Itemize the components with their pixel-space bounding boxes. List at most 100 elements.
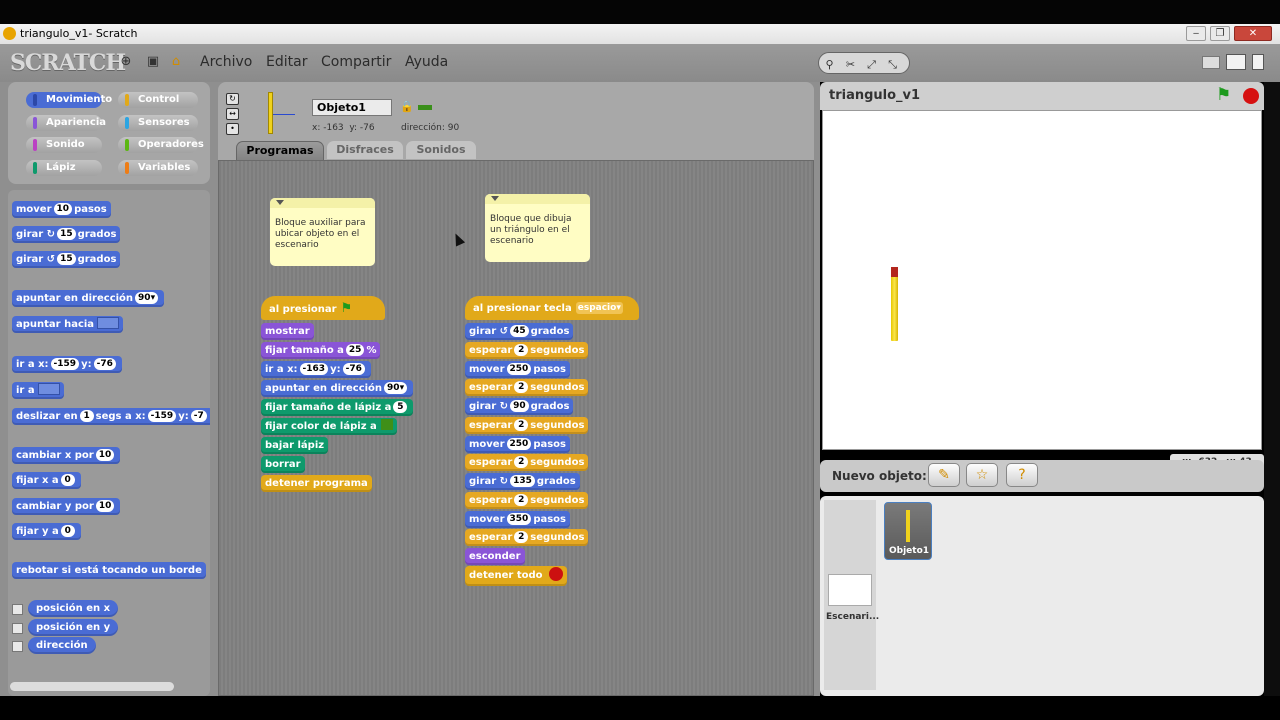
stage[interactable]: [822, 110, 1262, 450]
category-operadores[interactable]: Operadores: [118, 137, 204, 153]
script-block-input[interactable]: 250: [506, 437, 532, 450]
script-point-input[interactable]: 90▾: [384, 382, 408, 394]
palette-turn-ccw-block[interactable]: girar ↺ 15 grados: [12, 251, 121, 268]
no-rotate-icon[interactable]: •: [226, 123, 239, 135]
checkbox-x-position[interactable]: [12, 604, 23, 615]
stop-script-block[interactable]: detener programa: [261, 475, 372, 492]
green-flag-hat-block[interactable]: al presionar ⚑: [261, 296, 385, 320]
turn-cw-input[interactable]: 15: [57, 228, 76, 240]
tab-sonidos[interactable]: Sonidos: [406, 141, 476, 159]
script-block-input[interactable]: 45: [510, 325, 529, 337]
script-block-8[interactable]: girar ↻ 135 grados: [465, 473, 580, 490]
script-block-5[interactable]: esperar 2 segundos: [465, 416, 589, 434]
palette-goto-block[interactable]: ir a: [12, 382, 64, 399]
point-direction-input[interactable]: 90▾: [135, 292, 159, 304]
change-x-input[interactable]: 10: [95, 449, 115, 461]
palette-point-towards-block[interactable]: apuntar hacia: [12, 316, 124, 333]
stop-all-block[interactable]: detener todo: [465, 566, 567, 586]
change-y-input[interactable]: 10: [95, 500, 115, 512]
script-block-input[interactable]: 250: [506, 362, 532, 375]
script-block-1[interactable]: esperar 2 segundos: [465, 341, 589, 359]
set-size-input[interactable]: 25: [345, 344, 365, 356]
paint-sprite-button[interactable]: ✎: [928, 463, 960, 487]
category-sensores[interactable]: Sensores: [118, 115, 198, 131]
normal-stage-icon[interactable]: [1226, 54, 1246, 70]
key-press-hat-block[interactable]: al presionar tecla espacio▾: [465, 296, 639, 320]
turn-ccw-input[interactable]: 15: [57, 253, 76, 265]
checkbox-direction[interactable]: [12, 641, 23, 652]
pen-color-swatch[interactable]: [380, 419, 393, 430]
hide-block[interactable]: esconder: [465, 548, 525, 565]
close-button[interactable]: ✕: [1234, 26, 1272, 41]
lock-icon[interactable]: 🔒: [400, 100, 414, 113]
category-control[interactable]: Control: [118, 92, 198, 108]
pen-down-block[interactable]: bajar lápiz: [261, 437, 329, 454]
script-block-11[interactable]: esperar 2 segundos: [465, 529, 589, 547]
comment-note-2[interactable]: Bloque que dibuja un triángulo en el esc…: [485, 194, 590, 262]
stop-button[interactable]: [1243, 88, 1259, 104]
script-goto-y-input[interactable]: -76: [342, 363, 365, 375]
minimize-button[interactable]: ‒: [1186, 26, 1206, 41]
duplicate-tool-icon[interactable]: ⚲: [819, 55, 840, 75]
shrink-tool-icon[interactable]: ⤡: [882, 55, 903, 75]
script-block-4[interactable]: girar ↻ 90 grados: [465, 398, 574, 415]
category-lapiz[interactable]: Lápiz: [26, 160, 102, 176]
menu-editar[interactable]: Editar: [266, 54, 307, 70]
share-icon[interactable]: ⌂: [168, 54, 184, 70]
script-block-input[interactable]: 90: [510, 400, 529, 412]
goto-xy-block[interactable]: ir a x: -163 y: -76: [261, 361, 371, 378]
script-block-input[interactable]: 2: [514, 456, 529, 469]
palette-point-direction-block[interactable]: apuntar en dirección 90▾: [12, 290, 165, 307]
key-dropdown[interactable]: espacio▾: [575, 302, 623, 314]
menu-compartir[interactable]: Compartir: [321, 54, 391, 70]
move-steps-input[interactable]: 10: [53, 203, 73, 215]
category-apariencia[interactable]: Apariencia: [26, 115, 106, 131]
script-block-6[interactable]: mover 250 pasos: [465, 435, 571, 453]
set-pen-size-block[interactable]: fijar tamaño de lápiz a5: [261, 399, 414, 416]
point-direction-block[interactable]: apuntar en dirección 90▾: [261, 380, 414, 397]
set-pen-color-block[interactable]: fijar color de lápiz a: [261, 418, 397, 435]
script-block-3[interactable]: esperar 2 segundos: [465, 379, 589, 397]
point-towards-dropdown[interactable]: [97, 317, 120, 329]
script-block-input[interactable]: 350: [506, 512, 532, 525]
palette-change-x-block[interactable]: cambiar x por 10: [12, 447, 121, 464]
script-block-0[interactable]: girar ↺ 45 grados: [465, 323, 574, 340]
small-stage-icon[interactable]: [1202, 56, 1220, 69]
menu-ayuda[interactable]: Ayuda: [405, 54, 448, 70]
show-block[interactable]: mostrar: [261, 323, 314, 340]
script-block-2[interactable]: mover 250 pasos: [465, 360, 571, 378]
category-sonido[interactable]: Sonido: [26, 137, 102, 153]
pen-size-input[interactable]: 5: [393, 401, 408, 413]
stage-thumbnail[interactable]: [828, 574, 872, 606]
goto-dropdown[interactable]: [37, 383, 60, 395]
palette-scrollbar[interactable]: [10, 682, 174, 691]
tab-programas[interactable]: Programas: [236, 141, 324, 160]
palette-change-y-block[interactable]: cambiar y por 10: [12, 498, 121, 515]
script-block-input[interactable]: 2: [514, 418, 529, 431]
glide-x-input[interactable]: -159: [147, 410, 177, 422]
glide-y-input[interactable]: -7: [190, 410, 207, 422]
palette-set-x-block[interactable]: fijar x a0: [12, 472, 81, 489]
rotate-style-icon[interactable]: ↻: [226, 93, 239, 105]
menu-archivo[interactable]: Archivo: [200, 54, 252, 70]
sprite-name-field[interactable]: Objeto1: [312, 99, 392, 116]
script-block-input[interactable]: 2: [514, 343, 529, 356]
presentation-mode-icon[interactable]: [1252, 54, 1264, 70]
set-size-block[interactable]: fijar tamaño a 25%: [261, 342, 381, 359]
category-variables[interactable]: Variables: [118, 160, 198, 176]
reporter-direction[interactable]: dirección: [28, 637, 96, 654]
surprise-sprite-button[interactable]: ?: [1006, 463, 1038, 487]
palette-glide-block[interactable]: deslizar en 1 segs a x: -159 y: -7: [12, 408, 210, 425]
goto-x-input[interactable]: -159: [50, 358, 80, 370]
tab-disfraces[interactable]: Disfraces: [327, 141, 403, 159]
maximize-button[interactable]: ❐: [1210, 26, 1230, 41]
choose-sprite-button[interactable]: ☆: [966, 463, 998, 487]
green-flag-button[interactable]: ⚑: [1216, 85, 1231, 105]
palette-bounce-block[interactable]: rebotar si está tocando un borde: [12, 562, 206, 579]
palette-turn-cw-block[interactable]: girar ↻ 15 grados: [12, 226, 121, 243]
delete-tool-icon[interactable]: ✂: [840, 55, 861, 75]
globe-icon[interactable]: ⊕: [118, 54, 134, 70]
script-block-7[interactable]: esperar 2 segundos: [465, 454, 589, 472]
palette-move-block[interactable]: mover 10 pasos: [12, 201, 111, 218]
glide-secs-input[interactable]: 1: [79, 410, 94, 422]
